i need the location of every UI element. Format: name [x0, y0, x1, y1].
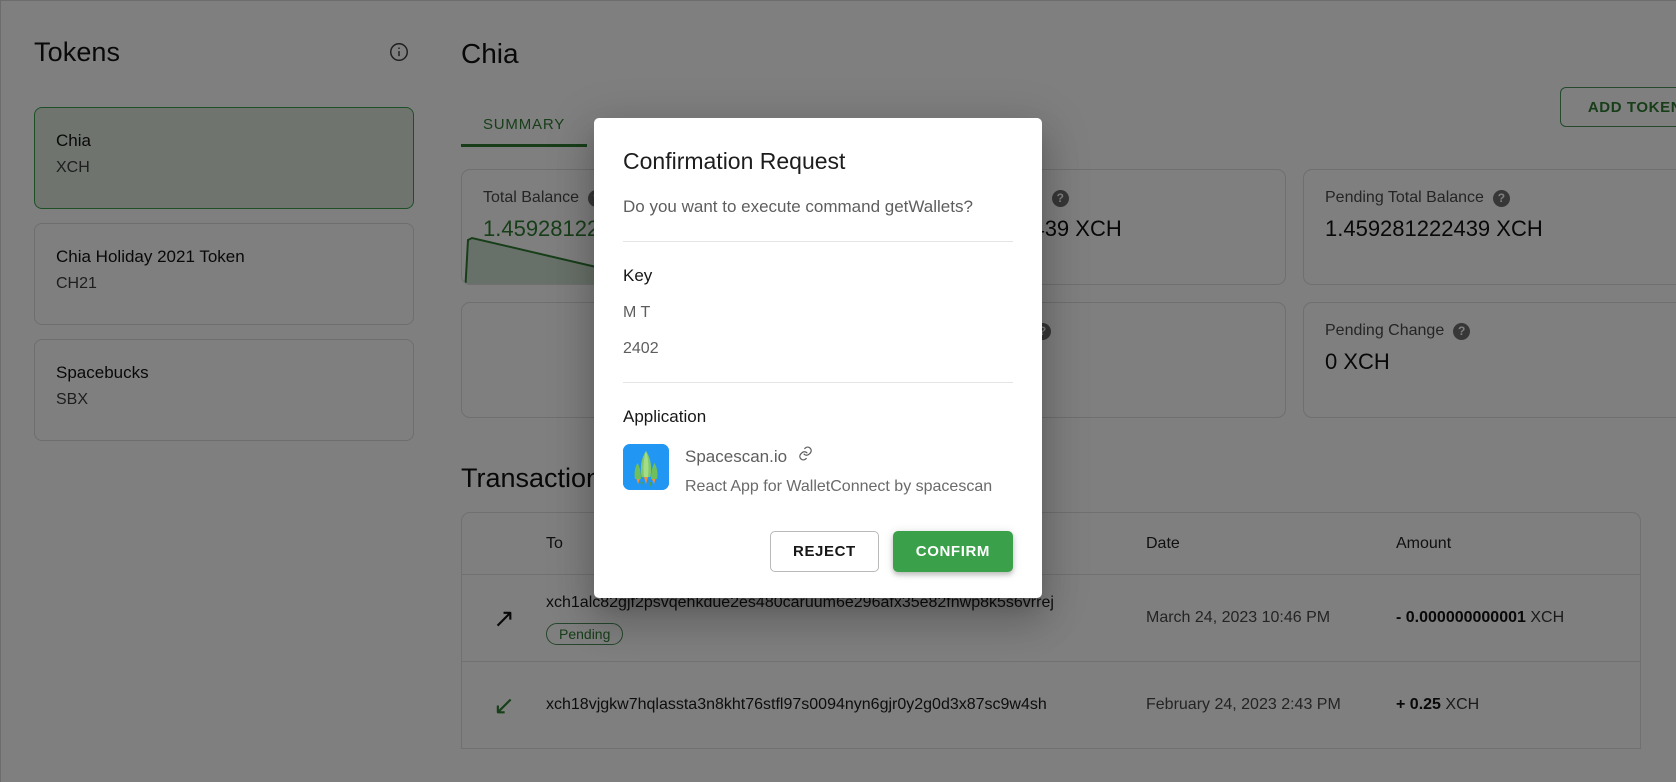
key-section-label: Key [623, 266, 653, 285]
link-icon[interactable] [797, 444, 814, 470]
dialog-actions: REJECT CONFIRM [623, 531, 1013, 598]
application-name: Spacescan.io [685, 447, 788, 466]
app-root: Tokens Chia XCH Chia Holiday 2021 Token … [0, 0, 1676, 782]
dialog-question: Do you want to execute command getWallet… [623, 197, 973, 216]
divider [623, 382, 1013, 383]
application-info-row: Spacescan.io React App for WalletConnect… [623, 444, 1013, 499]
confirm-button[interactable]: CONFIRM [892, 531, 1013, 572]
divider [623, 241, 1013, 242]
application-text-block: Spacescan.io React App for WalletConnect… [685, 444, 992, 499]
key-fingerprint-value: 2402 [623, 340, 659, 357]
key-name-value: M T [623, 304, 651, 321]
reject-button[interactable]: REJECT [770, 531, 879, 572]
spacescan-app-icon [623, 444, 669, 490]
application-section-label: Application [623, 407, 707, 426]
application-name-row: Spacescan.io [685, 444, 992, 470]
confirmation-request-dialog: Confirmation Request Do you want to exec… [594, 118, 1042, 598]
dialog-title: Confirmation Request [623, 148, 846, 174]
application-description: React App for WalletConnect by spacescan [685, 478, 993, 495]
